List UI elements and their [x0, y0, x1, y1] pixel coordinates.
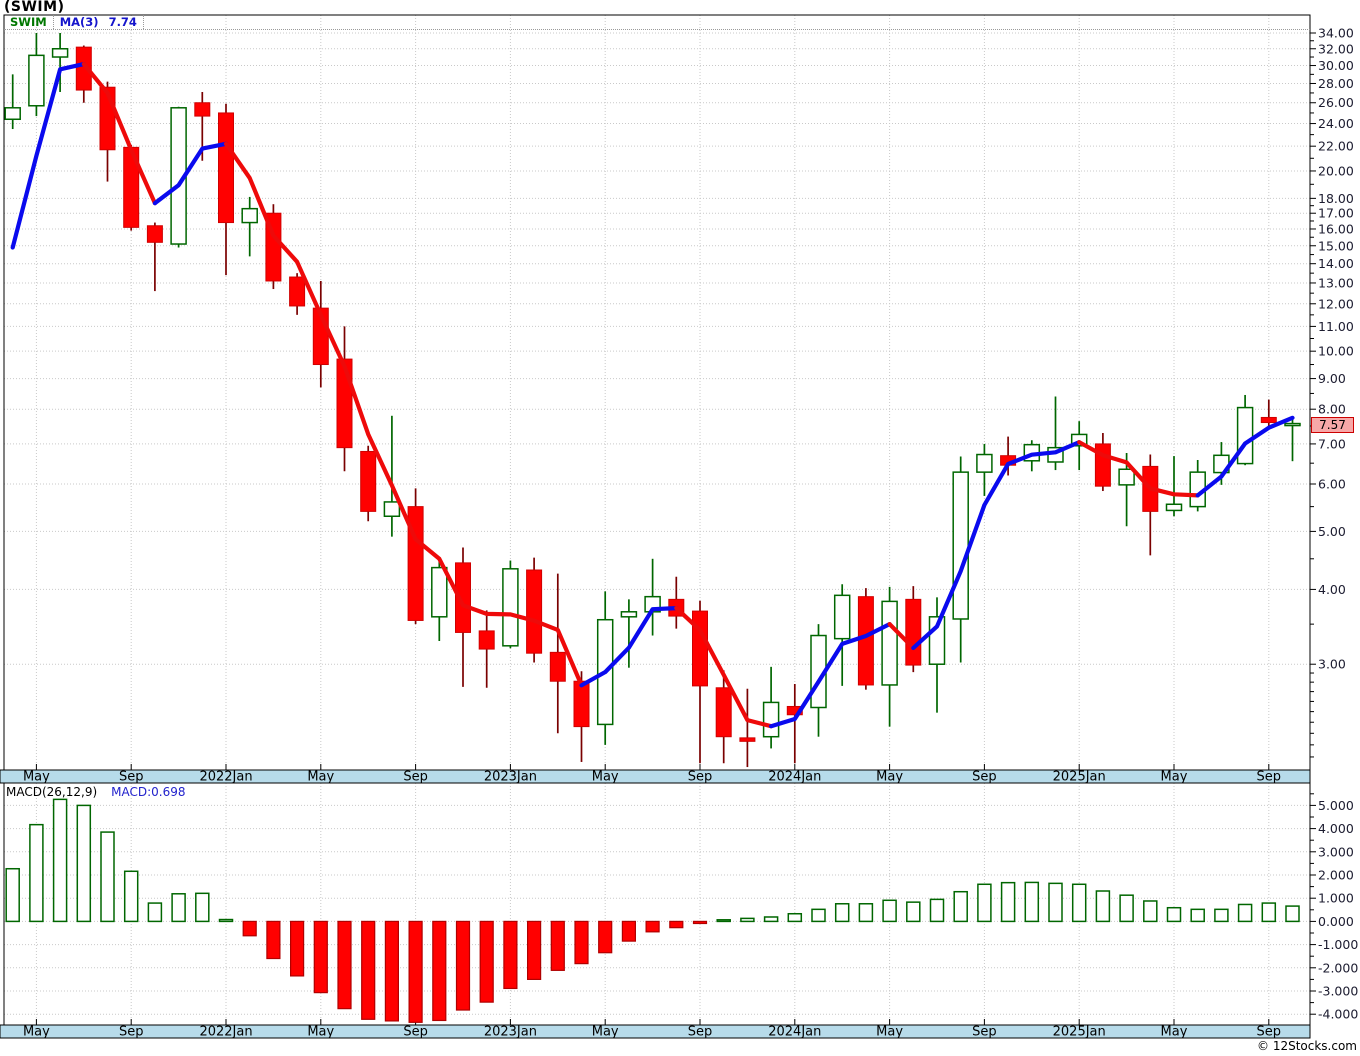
gridlines: [4, 15, 1310, 1025]
legend-symbol: SWIM: [4, 15, 54, 29]
svg-text:12.00: 12.00: [1318, 296, 1354, 311]
svg-text:2022Jan: 2022Jan: [199, 1025, 252, 1040]
svg-text:2024Jan: 2024Jan: [768, 1025, 821, 1040]
svg-text:2024Jan: 2024Jan: [768, 770, 821, 785]
svg-text:May: May: [23, 770, 50, 785]
svg-text:9.00: 9.00: [1318, 371, 1346, 386]
svg-text:May: May: [876, 1025, 903, 1040]
svg-text:Sep: Sep: [1257, 770, 1282, 785]
svg-text:30.00: 30.00: [1318, 58, 1354, 73]
svg-text:28.00: 28.00: [1318, 76, 1354, 91]
svg-text:-2.000: -2.000: [1318, 960, 1358, 975]
page-title: (SWIM): [4, 0, 65, 15]
svg-text:3.000: 3.000: [1318, 844, 1354, 859]
svg-text:13.00: 13.00: [1318, 275, 1354, 290]
svg-text:16.00: 16.00: [1318, 221, 1354, 236]
svg-text:2023Jan: 2023Jan: [484, 770, 537, 785]
svg-text:2025Jan: 2025Jan: [1053, 1025, 1106, 1040]
svg-text:May: May: [307, 1025, 334, 1040]
candles-layer: [4, 33, 1301, 768]
svg-text:15.00: 15.00: [1318, 238, 1354, 253]
svg-text:-4.000: -4.000: [1318, 1007, 1358, 1022]
svg-text:May: May: [307, 770, 334, 785]
svg-text:3.00: 3.00: [1318, 657, 1346, 672]
svg-text:Sep: Sep: [972, 770, 997, 785]
macd-legend-value: MACD:0.698: [111, 785, 186, 799]
last-price-tag: 7.57: [1311, 416, 1354, 433]
svg-text:6.00: 6.00: [1318, 476, 1346, 491]
svg-text:4.00: 4.00: [1318, 582, 1346, 597]
chart-legend: SWIM MA(3) 7.74: [4, 15, 1310, 30]
svg-text:20.00: 20.00: [1318, 163, 1354, 178]
svg-text:24.00: 24.00: [1318, 116, 1354, 131]
svg-text:Sep: Sep: [119, 770, 144, 785]
svg-text:May: May: [23, 1025, 50, 1040]
svg-text:26.00: 26.00: [1318, 95, 1354, 110]
svg-text:2.000: 2.000: [1318, 868, 1354, 883]
legend-ma-value: 7.74: [108, 15, 137, 29]
price-axis: 34.0032.00 30.00 28.00 26.00 24.00 22.00 20.00…: [1310, 26, 1354, 758]
macd-legend-label: MACD(26,12,9): [6, 785, 98, 799]
svg-text:Sep: Sep: [119, 1025, 144, 1040]
svg-text:17.00: 17.00: [1318, 206, 1354, 221]
svg-text:Sep: Sep: [1257, 1025, 1282, 1040]
svg-text:May: May: [592, 770, 619, 785]
macd-axis: 5.000 4.000 3.000 2.000 1.000 0.000 -1.000 -2.0…: [1310, 793, 1358, 1022]
svg-text:Sep: Sep: [972, 1025, 997, 1040]
svg-text:-1.000: -1.000: [1318, 937, 1358, 952]
svg-text:2022Jan: 2022Jan: [199, 770, 252, 785]
svg-text:11.00: 11.00: [1318, 319, 1354, 334]
legend-ma-label: MA(3): [59, 15, 99, 29]
svg-text:2023Jan: 2023Jan: [484, 1025, 537, 1040]
svg-text:May: May: [592, 1025, 619, 1040]
svg-text:22.00: 22.00: [1318, 139, 1354, 154]
svg-text:5.000: 5.000: [1318, 798, 1354, 813]
svg-text:2025Jan: 2025Jan: [1053, 770, 1106, 785]
legend-ma: MA(3) 7.74: [54, 15, 144, 29]
svg-text:18.00: 18.00: [1318, 191, 1354, 206]
svg-text:14.00: 14.00: [1318, 256, 1354, 271]
stock-chart-svg: 34.0032.00 30.00 28.00 26.00 24.00 22.00 20.00…: [0, 14, 1358, 1040]
svg-text:Sep: Sep: [403, 1025, 428, 1040]
macd-histogram: [5, 798, 1300, 1023]
svg-text:0.000: 0.000: [1318, 914, 1354, 929]
svg-text:8.00: 8.00: [1318, 402, 1346, 417]
svg-text:-3.000: -3.000: [1318, 984, 1358, 999]
svg-text:May: May: [1161, 1025, 1188, 1040]
svg-text:Sep: Sep: [403, 770, 428, 785]
svg-text:May: May: [876, 770, 903, 785]
svg-text:34.00: 34.00: [1318, 26, 1354, 41]
svg-text:5.00: 5.00: [1318, 524, 1346, 539]
svg-text:4.000: 4.000: [1318, 821, 1354, 836]
svg-text:32.00: 32.00: [1318, 41, 1354, 56]
macd-legend: MACD(26,12,9) MACD:0.698: [6, 785, 186, 799]
svg-text:Sep: Sep: [688, 770, 713, 785]
svg-text:Sep: Sep: [688, 1025, 713, 1040]
svg-text:May: May: [1161, 770, 1188, 785]
copyright-credit: © 12Stocks.com: [1257, 1039, 1357, 1053]
svg-text:7.00: 7.00: [1318, 436, 1346, 451]
svg-text:10.00: 10.00: [1318, 344, 1354, 359]
svg-text:1.000: 1.000: [1318, 891, 1354, 906]
